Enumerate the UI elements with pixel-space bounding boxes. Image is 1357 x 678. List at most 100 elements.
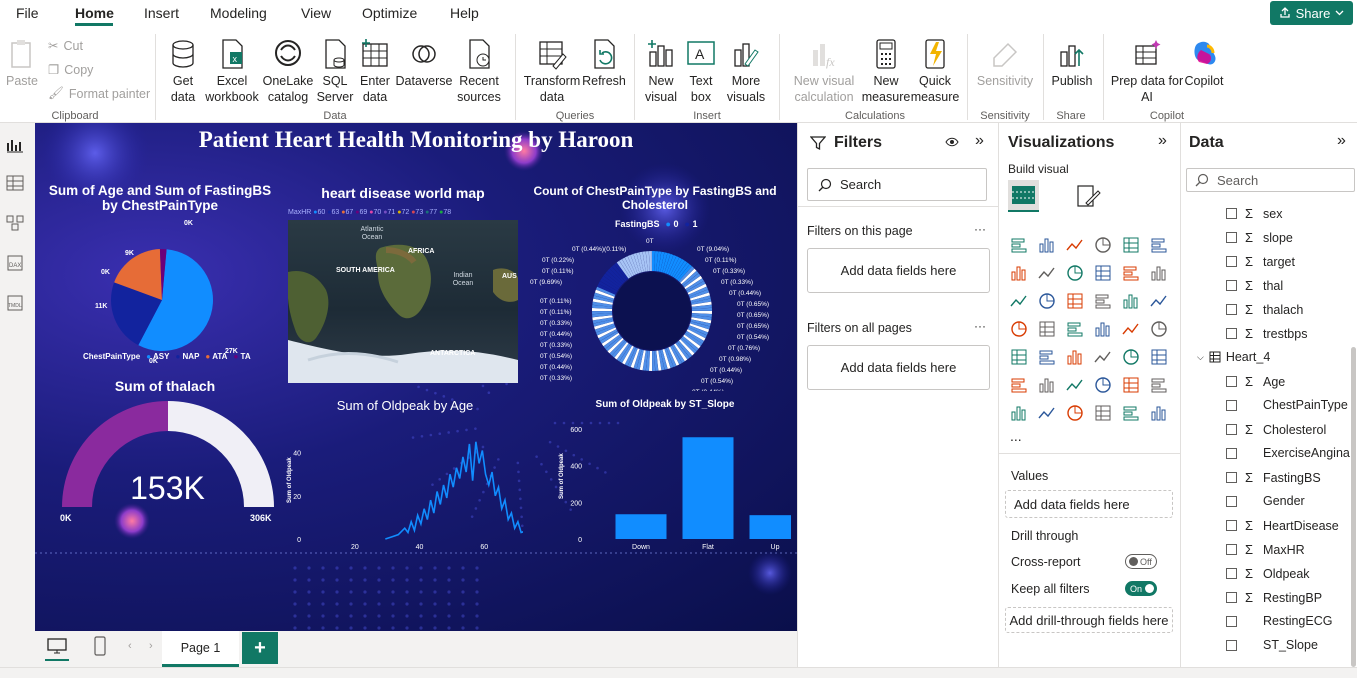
multirow-card-visual-icon[interactable] — [1010, 348, 1028, 366]
goals-visual-icon[interactable] — [1122, 404, 1140, 422]
report-canvas[interactable]: Patient Heart Health Monitoring by Haroo… — [35, 123, 797, 631]
text-visual-icon[interactable] — [1038, 404, 1056, 422]
drill-through-drop[interactable]: Add drill-through fields here — [1005, 607, 1173, 633]
field-checkbox[interactable] — [1226, 399, 1237, 411]
format-visual-icon[interactable] — [1076, 183, 1102, 209]
more-options-icon[interactable]: ··· — [974, 319, 986, 333]
build-visual-tab[interactable] — [1008, 180, 1039, 212]
more-visuals-button[interactable]: More visuals — [722, 38, 770, 105]
field-checkbox[interactable] — [1226, 424, 1237, 435]
field-exerciseangina[interactable]: ExerciseAngina — [1226, 446, 1350, 460]
python-visual-icon[interactable] — [1010, 376, 1028, 394]
enter-data-button[interactable]: Enter data — [358, 38, 392, 105]
narrative-visual-icon[interactable] — [1010, 404, 1028, 422]
paste-button[interactable]: Paste — [6, 38, 38, 89]
field-restingecg[interactable]: RestingECG — [1226, 614, 1332, 628]
field-checkbox[interactable] — [1226, 447, 1237, 459]
recent-sources-button[interactable]: Recent sources — [452, 38, 506, 105]
menu-optimize[interactable]: Optimize — [362, 5, 417, 21]
sql-server-button[interactable]: SQL Server — [317, 38, 353, 105]
card-visual-icon[interactable] — [1150, 320, 1168, 338]
matrix-visual-icon[interactable] — [1122, 348, 1140, 366]
next-page-icon[interactable]: › — [149, 640, 153, 652]
more-visual-icon[interactable] — [1150, 404, 1168, 422]
field-thalach[interactable]: Σthalach — [1226, 302, 1303, 317]
stacked-column-visual-icon[interactable] — [1038, 236, 1056, 254]
menu-help[interactable]: Help — [450, 5, 479, 21]
tmdl-view-icon[interactable]: TMDL — [6, 295, 24, 311]
field-checkbox[interactable] — [1226, 304, 1237, 315]
dataverse-button[interactable]: Dataverse — [396, 38, 453, 89]
get-data-button[interactable]: Get data — [162, 38, 204, 105]
azure-map-visual-icon[interactable] — [1094, 320, 1112, 338]
scatter-visual-icon[interactable] — [1094, 292, 1112, 310]
field-checkbox[interactable] — [1226, 639, 1237, 651]
ribbon-visual-icon[interactable] — [1094, 264, 1112, 282]
add-page-button[interactable]: + — [242, 632, 278, 664]
menu-view[interactable]: View — [301, 5, 331, 21]
field-checkbox[interactable] — [1226, 256, 1237, 267]
menu-insert[interactable]: Insert — [144, 5, 179, 21]
field-age[interactable]: Σ Age — [1226, 374, 1285, 389]
field-checkbox[interactable] — [1226, 568, 1237, 579]
collapse-filters-icon[interactable]: » — [975, 132, 984, 150]
key-influencers-visual-icon[interactable] — [1066, 376, 1084, 394]
onelake-catalog-button[interactable]: OneLake catalog — [262, 38, 314, 105]
field-gender[interactable]: Gender — [1226, 494, 1305, 508]
map-visual-icon[interactable] — [1038, 320, 1056, 338]
bar-chart[interactable]: Sum of Oldpeak0200400600DownFlatUpST_Slo… — [521, 411, 791, 551]
field-checkbox[interactable] — [1226, 520, 1237, 531]
keep-filters-toggle[interactable]: On — [1125, 581, 1157, 596]
format-painter-button[interactable]: 🖌 Format painter — [48, 86, 150, 101]
menu-home[interactable]: Home — [75, 5, 114, 21]
line-visual-icon[interactable] — [1010, 264, 1028, 282]
collapse-data-icon[interactable]: » — [1337, 132, 1346, 150]
filters-page-drop[interactable]: Add data fields here — [807, 248, 990, 293]
data-search-input[interactable]: Search — [1186, 168, 1355, 192]
line-column-visual-icon[interactable] — [1150, 264, 1168, 282]
field-checkbox[interactable] — [1226, 495, 1237, 507]
data-scrollbar[interactable] — [1351, 347, 1356, 667]
desktop-layout-icon[interactable] — [46, 637, 68, 655]
treemap-visual-icon[interactable] — [1010, 320, 1028, 338]
field-checkbox[interactable] — [1226, 232, 1237, 243]
paginated-visual-icon[interactable] — [1150, 376, 1168, 394]
field-restingbp[interactable]: Σ RestingBP — [1226, 590, 1322, 605]
field-checkbox[interactable] — [1226, 615, 1237, 627]
more-visuals-ellipsis[interactable]: ... — [1010, 428, 1022, 444]
field-checkbox[interactable] — [1226, 376, 1237, 387]
transform-data-button[interactable]: Transform data — [524, 38, 580, 105]
field-sex[interactable]: Σsex — [1226, 206, 1282, 221]
collapse-viz-icon[interactable]: » — [1158, 132, 1167, 150]
cut-button[interactable]: ✂ Cut — [48, 38, 83, 54]
gauge-visual-icon[interactable] — [1122, 320, 1140, 338]
field-checkbox[interactable] — [1226, 472, 1237, 483]
100-column-visual-icon[interactable] — [1150, 236, 1168, 254]
values-drop[interactable]: Add data fields here — [1005, 490, 1173, 518]
excel-workbook-button[interactable]: x Excel workbook — [204, 38, 260, 105]
donut-chart[interactable]: 0T 0T (0.44%)(0.11%) 0T (0.22%) 0T (0.11%) 0… — [522, 231, 792, 391]
field-trestbps[interactable]: Σtrestbps — [1226, 326, 1307, 341]
model-view-icon[interactable] — [6, 215, 24, 231]
prev-page-icon[interactable]: ‹ — [128, 640, 132, 652]
copilot-button[interactable]: Copilot — [1182, 38, 1226, 89]
power-automate-visual-icon[interactable] — [1094, 404, 1112, 422]
line-chart[interactable]: Sum of Oldpeak0204020406080Age — [283, 413, 523, 553]
field-oldpeak[interactable]: Σ Oldpeak — [1226, 566, 1310, 581]
pie-visual-icon[interactable] — [1122, 292, 1140, 310]
field-target[interactable]: Σtarget — [1226, 254, 1295, 269]
stacked-bar-visual-icon[interactable] — [1010, 236, 1028, 254]
kpi-visual-icon[interactable] — [1038, 348, 1056, 366]
more-options-icon[interactable]: ··· — [974, 222, 986, 236]
stacked-area-visual-icon[interactable] — [1066, 264, 1084, 282]
field-checkbox[interactable] — [1226, 544, 1237, 555]
clustered-bar-visual-icon[interactable] — [1066, 236, 1084, 254]
field-slope[interactable]: Σslope — [1226, 230, 1293, 245]
smart-narrative-visual-icon[interactable] — [1122, 376, 1140, 394]
slicer-visual-icon[interactable] — [1066, 348, 1084, 366]
clustered-column-visual-icon[interactable] — [1094, 236, 1112, 254]
waterfall-visual-icon[interactable] — [1122, 264, 1140, 282]
field-chestpaintype[interactable]: ChestPainType — [1226, 398, 1348, 412]
field-maxhr[interactable]: Σ MaxHR — [1226, 542, 1305, 557]
field-checkbox[interactable] — [1226, 328, 1237, 339]
